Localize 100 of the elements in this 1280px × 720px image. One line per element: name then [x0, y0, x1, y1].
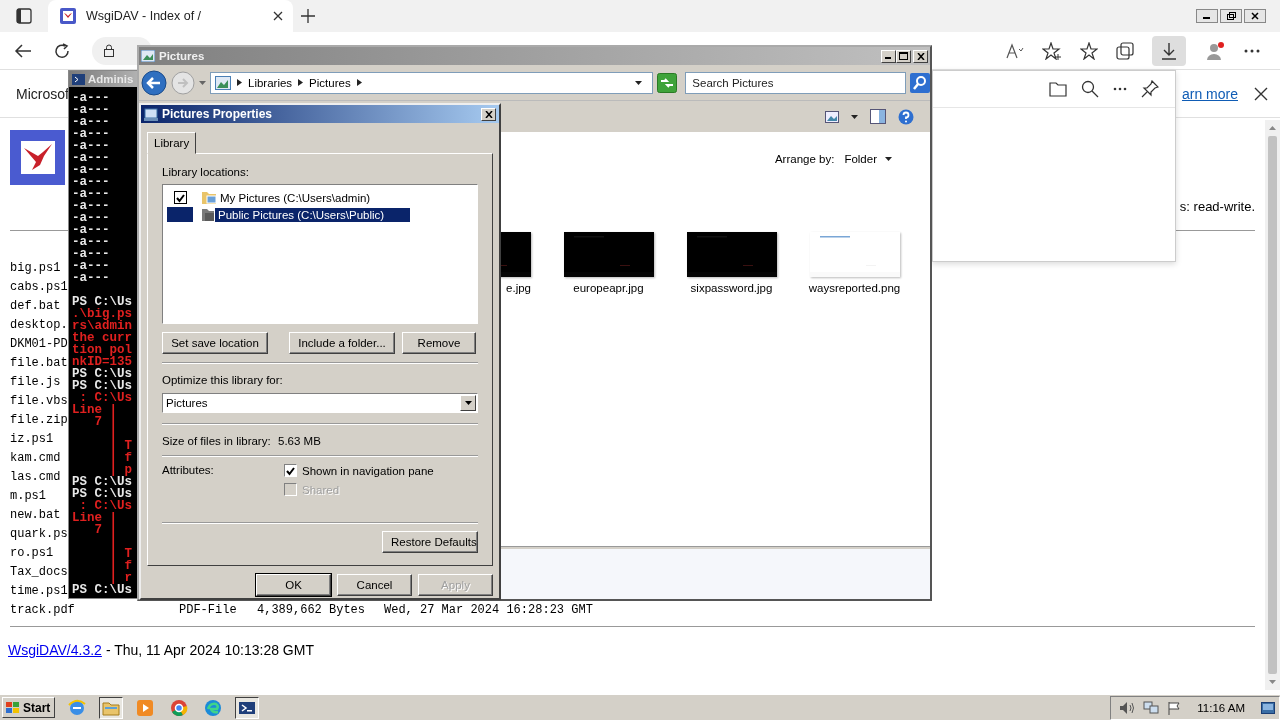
- close-button[interactable]: [1244, 9, 1266, 23]
- file-label[interactable]: sixpassword.jpg: [690, 282, 773, 294]
- search-icon[interactable]: [1081, 80, 1099, 98]
- console-line: |: [108, 428, 117, 440]
- console-line: -a---: [72, 176, 110, 188]
- console-line: | f: [108, 560, 132, 572]
- collections-icon[interactable]: [1116, 41, 1134, 60]
- window-title: Pictures: [159, 50, 205, 62]
- minimize-button[interactable]: [1196, 9, 1218, 23]
- console-line: PS C:\Us: [72, 488, 132, 500]
- file-type: PDF-File: [179, 602, 238, 617]
- version-link[interactable]: WsgiDAV/4.3.2: [8, 642, 102, 658]
- reload-icon[interactable]: [54, 42, 70, 59]
- optimize-dropdown[interactable]: Pictures: [162, 393, 478, 413]
- console-line: 7 |: [93, 524, 117, 536]
- file-label[interactable]: waysreported.png: [808, 282, 901, 294]
- read-aloud-icon[interactable]: [1006, 42, 1024, 59]
- folder-icon[interactable]: [1049, 81, 1067, 97]
- favorites-icon[interactable]: [1080, 41, 1098, 60]
- console-line: -a---: [72, 248, 110, 260]
- console-line: -a---: [72, 212, 110, 224]
- chevron-icon: [237, 79, 242, 86]
- close-icon[interactable]: [273, 11, 283, 21]
- file-name[interactable]: track.pdf: [10, 602, 179, 617]
- arrange-dropdown[interactable]: Folder: [844, 153, 892, 165]
- bird-logo: [10, 130, 65, 185]
- console-line: 7 |: [93, 416, 117, 428]
- profile-icon[interactable]: [1204, 40, 1226, 61]
- breadcrumb-item[interactable]: Pictures: [309, 76, 351, 89]
- console-line: : C:\Us: [79, 500, 132, 512]
- restore-icon: [1226, 12, 1236, 20]
- dialog-button[interactable]: Cancel: [337, 574, 412, 596]
- breadcrumb-item[interactable]: Libraries: [248, 76, 293, 89]
- learn-more-link[interactable]: arn more: [1181, 85, 1238, 102]
- field-label: Attributes:: [162, 464, 215, 478]
- dialog-button[interactable]: OK: [256, 574, 331, 596]
- console-line: | f: [108, 452, 132, 464]
- search-input[interactable]: Search Pictures: [692, 76, 893, 89]
- checkbox[interactable]: [284, 464, 297, 477]
- restore-defaults-button[interactable]: Restore Defaults: [382, 531, 478, 553]
- checkbox[interactable]: [173, 191, 187, 204]
- restore-button[interactable]: [1220, 9, 1242, 23]
- browser-tab[interactable]: WsgiDAV - Index of /: [48, 0, 293, 32]
- new-tab-icon[interactable]: [301, 9, 315, 23]
- tab-actions-icon[interactable]: [16, 8, 32, 24]
- add-favorite-icon[interactable]: [1042, 41, 1062, 60]
- speaker-icon[interactable]: [1119, 700, 1136, 715]
- back-icon[interactable]: [141, 69, 167, 96]
- clock[interactable]: 11:16 AM: [1197, 701, 1245, 714]
- location-item[interactable]: Public Pictures (C:\Users\Public): [215, 207, 411, 222]
- section-label: Library locations:: [162, 166, 250, 178]
- help-icon[interactable]: [898, 108, 914, 125]
- file-label[interactable]: e.jpg: [506, 282, 547, 294]
- more-icon[interactable]: [1244, 48, 1260, 53]
- lock-icon: [104, 44, 114, 57]
- console-line: .\big.ps: [72, 308, 132, 320]
- start-button[interactable]: Start: [2, 697, 56, 718]
- caret-icon: [464, 401, 472, 405]
- location-button[interactable]: Set save location: [162, 332, 268, 354]
- flag-icon[interactable]: [1167, 700, 1182, 715]
- console-line: -a---: [72, 200, 110, 212]
- console-line: rs\admin: [72, 320, 132, 332]
- checkbox-label: Shown in navigation pane: [302, 464, 434, 477]
- location-button[interactable]: Remove: [402, 332, 476, 354]
- pin-icon[interactable]: [1141, 80, 1159, 98]
- show-desktop-icon[interactable]: [1261, 701, 1275, 714]
- view-icon[interactable]: [825, 110, 839, 123]
- status-text: s: read-write.: [1179, 199, 1255, 214]
- dropdown-icon[interactable]: [635, 80, 643, 85]
- address-bar[interactable]: Libraries Pictures: [210, 71, 654, 94]
- console-line: : C:\Us: [79, 392, 132, 404]
- chevron-icon: [298, 79, 304, 86]
- console-line: -a---: [72, 140, 110, 152]
- console-line: | T: [108, 548, 132, 560]
- console-line: -a---: [72, 236, 110, 248]
- maximize-button[interactable]: [896, 49, 911, 63]
- pictures-icon: [215, 75, 231, 90]
- console-line: Line |: [72, 404, 117, 416]
- location-item[interactable]: My Pictures (C:\Users\admin): [217, 190, 374, 205]
- folder-icon: [201, 190, 217, 205]
- file-label[interactable]: europeapr.jpg: [573, 282, 644, 294]
- console-line: Line |: [72, 512, 117, 524]
- library-tab[interactable]: Library: [147, 132, 197, 154]
- console-line: PS C:\Us: [72, 584, 132, 596]
- refresh-icon[interactable]: [657, 72, 678, 93]
- more-icon[interactable]: [1113, 87, 1127, 91]
- scrollbar[interactable]: [1265, 120, 1280, 690]
- network-icon[interactable]: [1143, 700, 1160, 715]
- checkbox-cell[interactable]: [167, 207, 193, 222]
- location-button[interactable]: Include a folder...: [289, 332, 395, 354]
- close-icon: [484, 110, 493, 118]
- close-icon[interactable]: [1254, 86, 1268, 101]
- console-line: -a---: [72, 152, 110, 164]
- console-line: | p: [109, 464, 132, 476]
- dropdown-icon[interactable]: [851, 114, 858, 119]
- search-field[interactable]: Search Pictures: [685, 71, 906, 94]
- terminal-icon: [72, 73, 85, 85]
- downloads-button[interactable]: [1152, 35, 1186, 66]
- preview-pane-icon[interactable]: [870, 109, 886, 124]
- back-icon[interactable]: [14, 42, 32, 59]
